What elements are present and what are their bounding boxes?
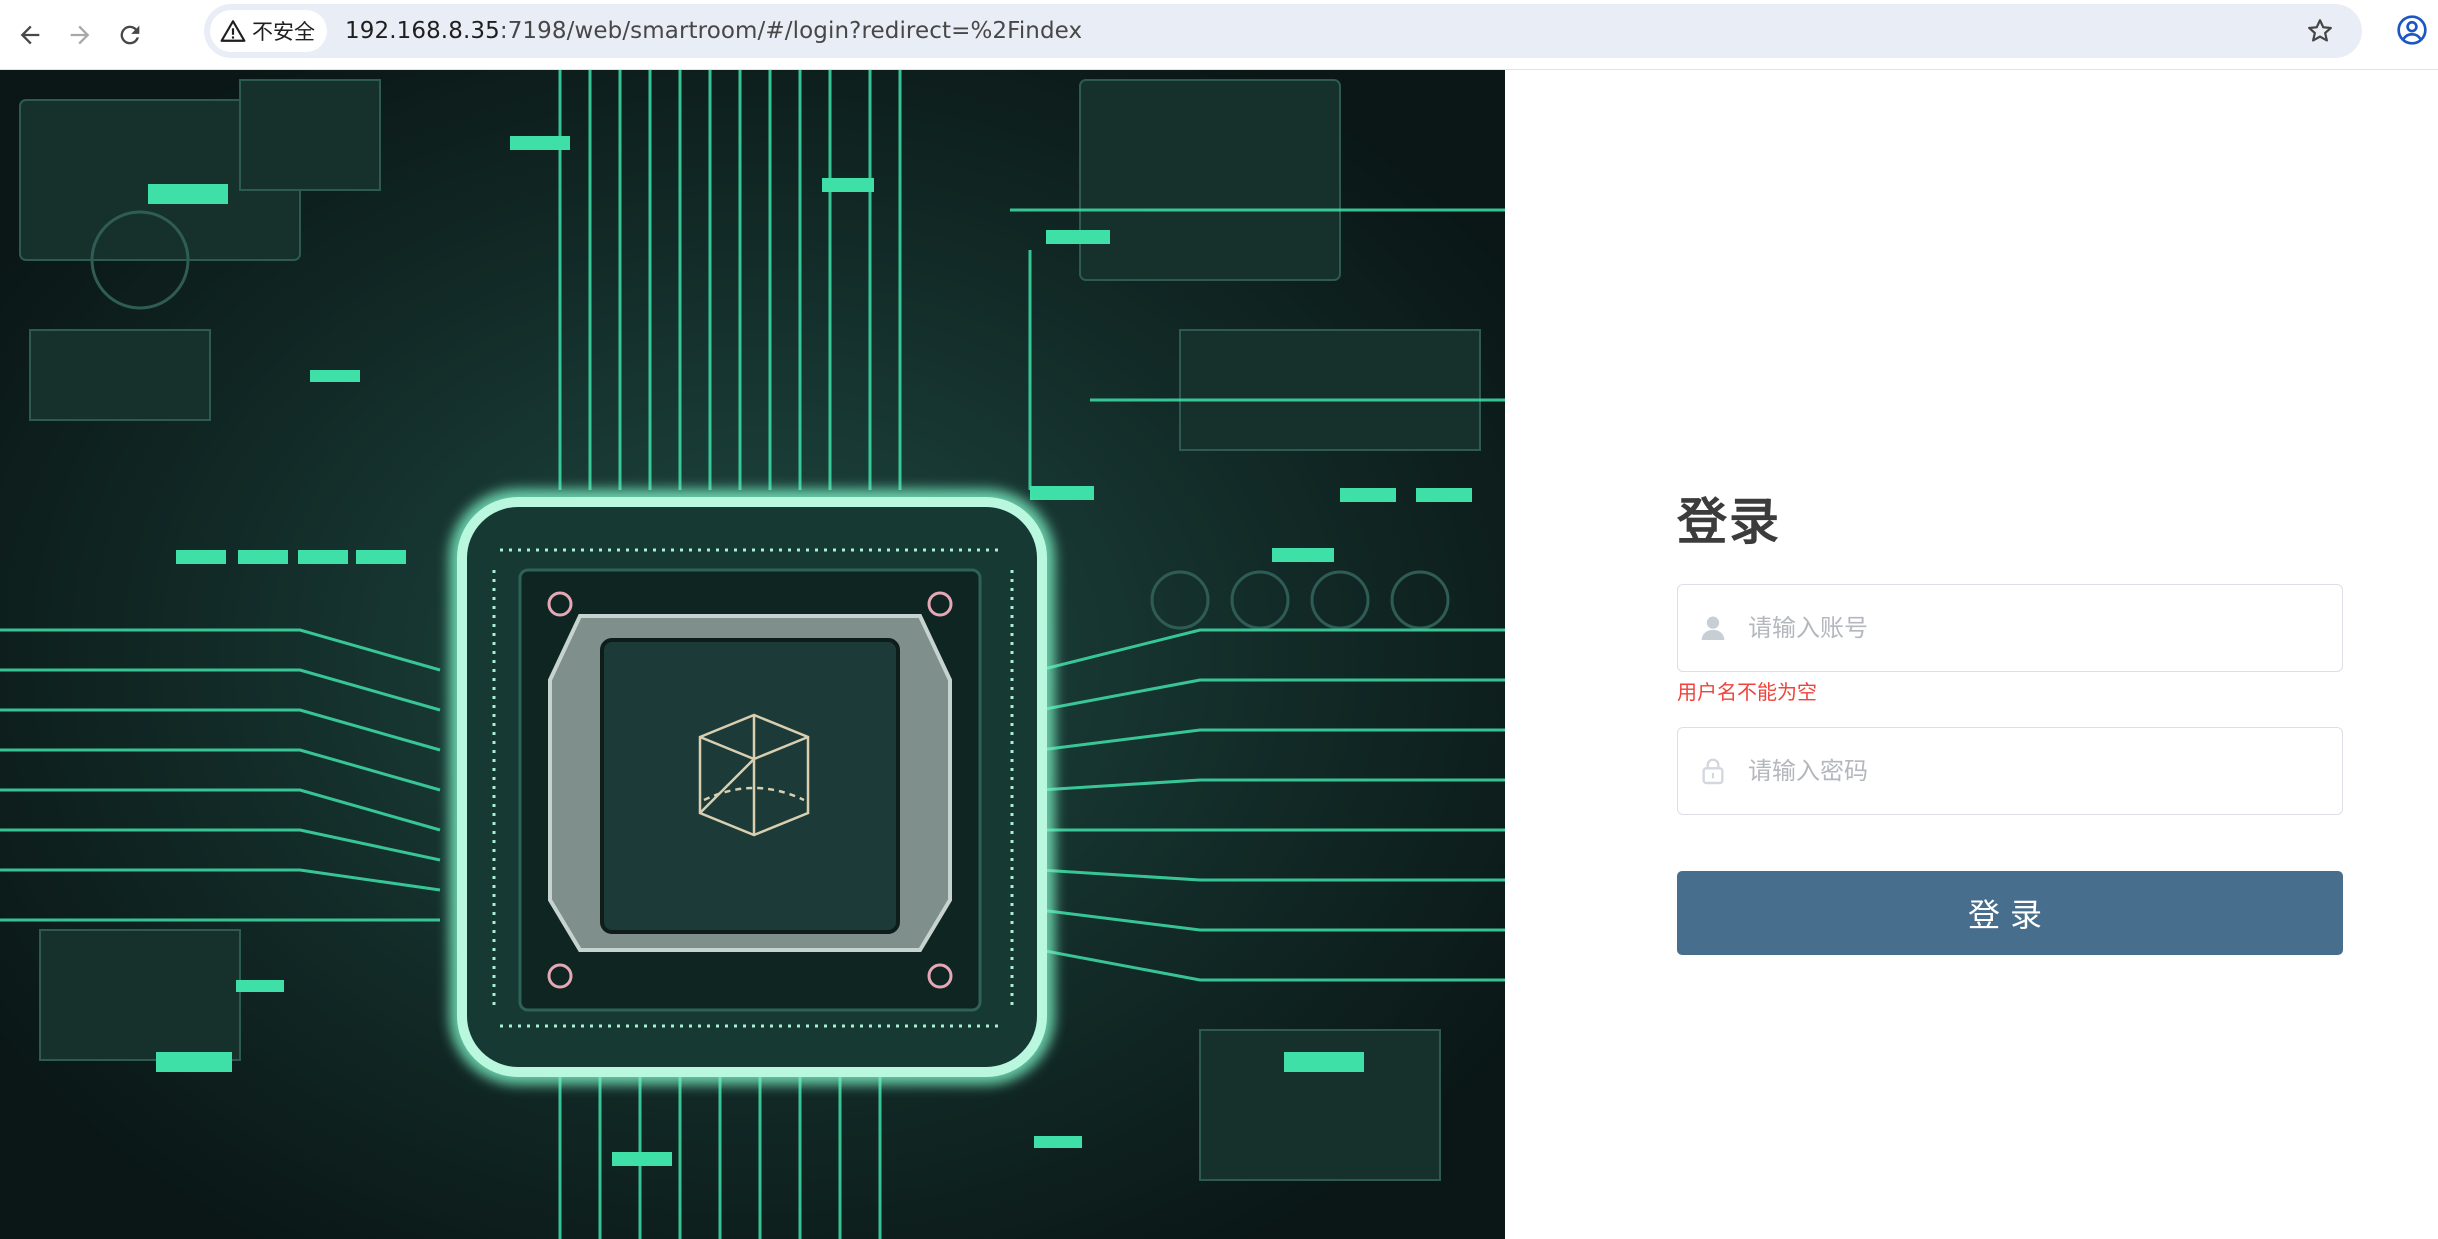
- url-text[interactable]: 192.168.8.35:7198/web/smartroom/#/login?…: [345, 18, 1082, 44]
- reload-icon: [120, 25, 140, 44]
- star-icon: [2308, 19, 2332, 42]
- lock-icon: [1696, 754, 1730, 788]
- login-title: 登录: [1677, 493, 1781, 551]
- profile-button[interactable]: [2392, 10, 2432, 50]
- back-icon: [20, 25, 40, 44]
- reload-button[interactable]: [110, 15, 150, 55]
- security-label: 不安全: [252, 20, 315, 44]
- hero-illustration: [0, 70, 1505, 1239]
- address-bar[interactable]: 不安全 192.168.8.35:7198/web/smartroom/#/lo…: [204, 4, 2362, 58]
- password-field[interactable]: [1677, 727, 2343, 815]
- profile-icon: [2397, 15, 2427, 45]
- user-icon: [1696, 611, 1730, 645]
- security-chip[interactable]: 不安全: [210, 10, 327, 52]
- forward-button[interactable]: [60, 15, 100, 55]
- login-button[interactable]: 登录: [1677, 871, 2343, 955]
- username-input[interactable]: [1748, 614, 2308, 642]
- back-button[interactable]: [10, 15, 50, 55]
- url-host: 192.168.8.35: [345, 18, 500, 44]
- password-input[interactable]: [1748, 757, 2308, 785]
- username-error: 用户名不能为空: [1677, 680, 1817, 704]
- url-path: :7198/web/smartroom/#/login?redirect=%2F…: [499, 18, 1083, 44]
- warning-icon: [220, 20, 246, 42]
- bookmark-button[interactable]: [2300, 11, 2340, 51]
- browser-toolbar: 不安全 192.168.8.35:7198/web/smartroom/#/lo…: [0, 0, 2438, 70]
- forward-icon: [70, 25, 90, 44]
- circuit-board-image: [0, 70, 1505, 1239]
- login-panel: 登录 用户名不能为空 登录: [1505, 70, 2438, 1239]
- username-field[interactable]: [1677, 584, 2343, 672]
